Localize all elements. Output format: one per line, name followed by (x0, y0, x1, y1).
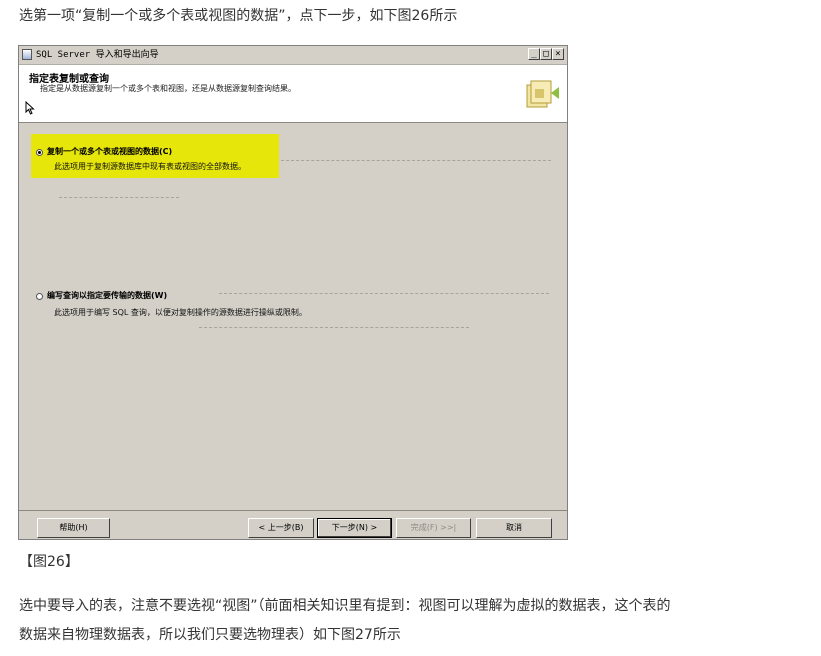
cancel-button[interactable]: 取消 (476, 518, 552, 538)
option-write-query-label[interactable]: 编写查询以指定要传输的数据(W) (47, 290, 167, 301)
page: 选第一项“复制一个或多个表或视图的数据”，点下一步，如下图26所示 SQL Se… (0, 0, 821, 656)
finish-button[interactable]: 完成(F) >>| (396, 518, 471, 538)
wizard-body: 复制一个或多个表或视图的数据(C) 此选项用于复制源数据库中现有表或视图的全部数… (19, 123, 567, 511)
render-artifact-line (281, 160, 551, 161)
footer-divider (19, 510, 567, 511)
option-write-query-description: 此选项用于编写 SQL 查询，以便对复制操作的源数据进行操纵或限制。 (54, 308, 307, 317)
title-bar: SQL Server 导入和导出向导 _ □ × (19, 46, 567, 65)
close-button[interactable]: × (552, 48, 564, 60)
wizard-screenshot: SQL Server 导入和导出向导 _ □ × 指定表复制或查询 指定是从数据… (18, 45, 568, 540)
option-copy-tables-radio[interactable] (36, 149, 43, 156)
render-artifact-line (199, 327, 469, 328)
page-description: 指定是从数据源复制一个或多个表和视图，还是从数据源复制查询结果。 (40, 84, 296, 93)
next-paragraph-line-1: 选中要导入的表，注意不要选视“视图”（前面相关知识里有提到：视图可以理解为虚拟的… (19, 598, 671, 614)
next-paragraph-line-2: 数据来自物理数据表，所以我们只要选物理表）如下图27所示 (19, 627, 401, 643)
next-button[interactable]: 下一步(N) > (317, 518, 392, 538)
option-copy-tables-label[interactable]: 复制一个或多个表或视图的数据(C) (47, 146, 172, 157)
wizard-header: 指定表复制或查询 指定是从数据源复制一个或多个表和视图，还是从数据源复制查询结果… (19, 65, 567, 123)
option-copy-tables-description: 此选项用于复制源数据库中现有表或视图的全部数据。 (54, 162, 246, 171)
app-icon (22, 49, 32, 60)
minimize-button[interactable]: _ (528, 48, 540, 60)
back-button[interactable]: < 上一步(B) (248, 518, 314, 538)
figure-caption: 【图26】 (19, 554, 79, 570)
maximize-button[interactable]: □ (540, 48, 552, 60)
option-write-query-radio[interactable] (36, 293, 43, 300)
mouse-cursor-icon (25, 101, 35, 115)
help-button[interactable]: 帮助(H) (37, 518, 110, 538)
window-title: SQL Server 导入和导出向导 (36, 50, 159, 60)
wizard-graphic-icon (526, 80, 559, 108)
intro-paragraph: 选第一项“复制一个或多个表或视图的数据”，点下一步，如下图26所示 (19, 8, 458, 24)
next-paragraph: 选中要导入的表，注意不要选视“视图”（前面相关知识里有提到：视图可以理解为虚拟的… (19, 592, 671, 650)
render-artifact-line (59, 197, 179, 198)
render-artifact-line (219, 293, 549, 294)
